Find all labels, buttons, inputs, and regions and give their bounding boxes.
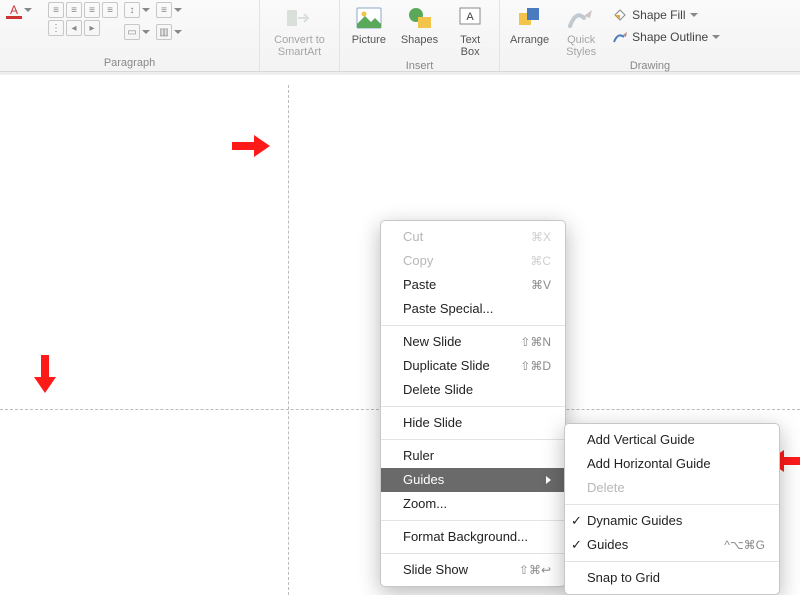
quick-styles-icon xyxy=(567,4,595,32)
vertical-guide[interactable] xyxy=(288,85,289,595)
menu-ruler[interactable]: Ruler xyxy=(381,444,565,468)
shapes-button[interactable]: Shapes xyxy=(397,2,442,48)
submenu-arrow-icon xyxy=(546,476,551,484)
guides-submenu: Add Vertical Guide Add Horizontal Guide … xyxy=(564,423,780,595)
align-right-icon[interactable]: ≡ xyxy=(84,2,100,18)
outline-icon xyxy=(612,29,628,45)
shapes-icon xyxy=(406,4,434,32)
shape-fill-button[interactable]: Shape Fill xyxy=(609,4,723,26)
submenu-dynamic-guides[interactable]: ✓Dynamic Guides xyxy=(565,509,779,533)
decrease-indent-icon[interactable]: ◂ xyxy=(66,20,82,36)
check-icon: ✓ xyxy=(571,512,582,530)
text-direction-icon[interactable]: ↕ xyxy=(124,2,140,18)
align-text-icon[interactable]: ▭ xyxy=(124,24,140,40)
submenu-add-horizontal-guide[interactable]: Add Horizontal Guide xyxy=(565,452,779,476)
increase-indent-icon[interactable]: ▸ xyxy=(84,20,100,36)
columns-icon[interactable]: ▥ xyxy=(156,24,172,40)
menu-guides[interactable]: Guides xyxy=(381,468,565,492)
menu-copy: Copy⌘C xyxy=(381,249,565,273)
svg-text:A: A xyxy=(466,11,474,23)
slide-canvas[interactable]: Cut⌘X Copy⌘C Paste⌘V Paste Special... Ne… xyxy=(0,72,800,595)
group-label-paragraph: Paragraph xyxy=(6,57,253,71)
menu-paste-special[interactable]: Paste Special... xyxy=(381,297,565,321)
menu-slide-show[interactable]: Slide Show⇧⌘↩ xyxy=(381,558,565,582)
fill-icon xyxy=(612,7,628,23)
check-icon: ✓ xyxy=(571,536,582,554)
align-justify-icon[interactable]: ≡ xyxy=(102,2,118,18)
menu-format-background[interactable]: Format Background... xyxy=(381,525,565,549)
submenu-add-vertical-guide[interactable]: Add Vertical Guide xyxy=(565,428,779,452)
menu-zoom[interactable]: Zoom... xyxy=(381,492,565,516)
dropdown-icon[interactable] xyxy=(174,30,182,34)
dropdown-icon[interactable] xyxy=(142,8,150,12)
text-box-button[interactable]: A TextBox xyxy=(448,2,492,60)
align-center-icon[interactable]: ≡ xyxy=(66,2,82,18)
line-spacing-icon[interactable]: ≡ xyxy=(156,2,172,18)
picture-button[interactable]: Picture xyxy=(347,2,391,48)
submenu-delete: Delete xyxy=(565,476,779,500)
ribbon: A ≡ ≡ ≡ ≡ ⋮ ◂ ▸ xyxy=(0,0,800,72)
dropdown-icon[interactable] xyxy=(712,35,720,39)
textbox-icon: A xyxy=(456,4,484,32)
menu-new-slide[interactable]: New Slide⇧⌘N xyxy=(381,330,565,354)
bullets-icon[interactable]: ⋮ xyxy=(48,20,64,36)
smartart-icon xyxy=(286,4,314,32)
menu-duplicate-slide[interactable]: Duplicate Slide⇧⌘D xyxy=(381,354,565,378)
arrange-icon xyxy=(516,4,544,32)
dropdown-icon[interactable] xyxy=(24,8,32,12)
annotation-arrow xyxy=(34,355,56,395)
menu-hide-slide[interactable]: Hide Slide xyxy=(381,411,565,435)
annotation-arrow xyxy=(232,135,272,157)
convert-to-smartart-button[interactable]: Convert toSmartArt xyxy=(270,2,329,60)
context-menu: Cut⌘X Copy⌘C Paste⌘V Paste Special... Ne… xyxy=(380,220,566,587)
menu-cut: Cut⌘X xyxy=(381,225,565,249)
align-left-icon[interactable]: ≡ xyxy=(48,2,64,18)
picture-icon xyxy=(355,4,383,32)
dropdown-icon[interactable] xyxy=(174,8,182,12)
menu-paste[interactable]: Paste⌘V xyxy=(381,273,565,297)
shape-outline-button[interactable]: Shape Outline xyxy=(609,26,723,48)
menu-delete-slide[interactable]: Delete Slide xyxy=(381,378,565,402)
dropdown-icon[interactable] xyxy=(142,30,150,34)
quick-styles-button[interactable]: QuickStyles xyxy=(559,2,603,60)
font-color-icon[interactable]: A xyxy=(6,2,22,18)
arrange-button[interactable]: Arrange xyxy=(506,2,553,48)
submenu-guides[interactable]: ✓Guides^⌥⌘G xyxy=(565,533,779,557)
submenu-snap-to-grid[interactable]: Snap to Grid xyxy=(565,566,779,590)
dropdown-icon[interactable] xyxy=(690,13,698,17)
